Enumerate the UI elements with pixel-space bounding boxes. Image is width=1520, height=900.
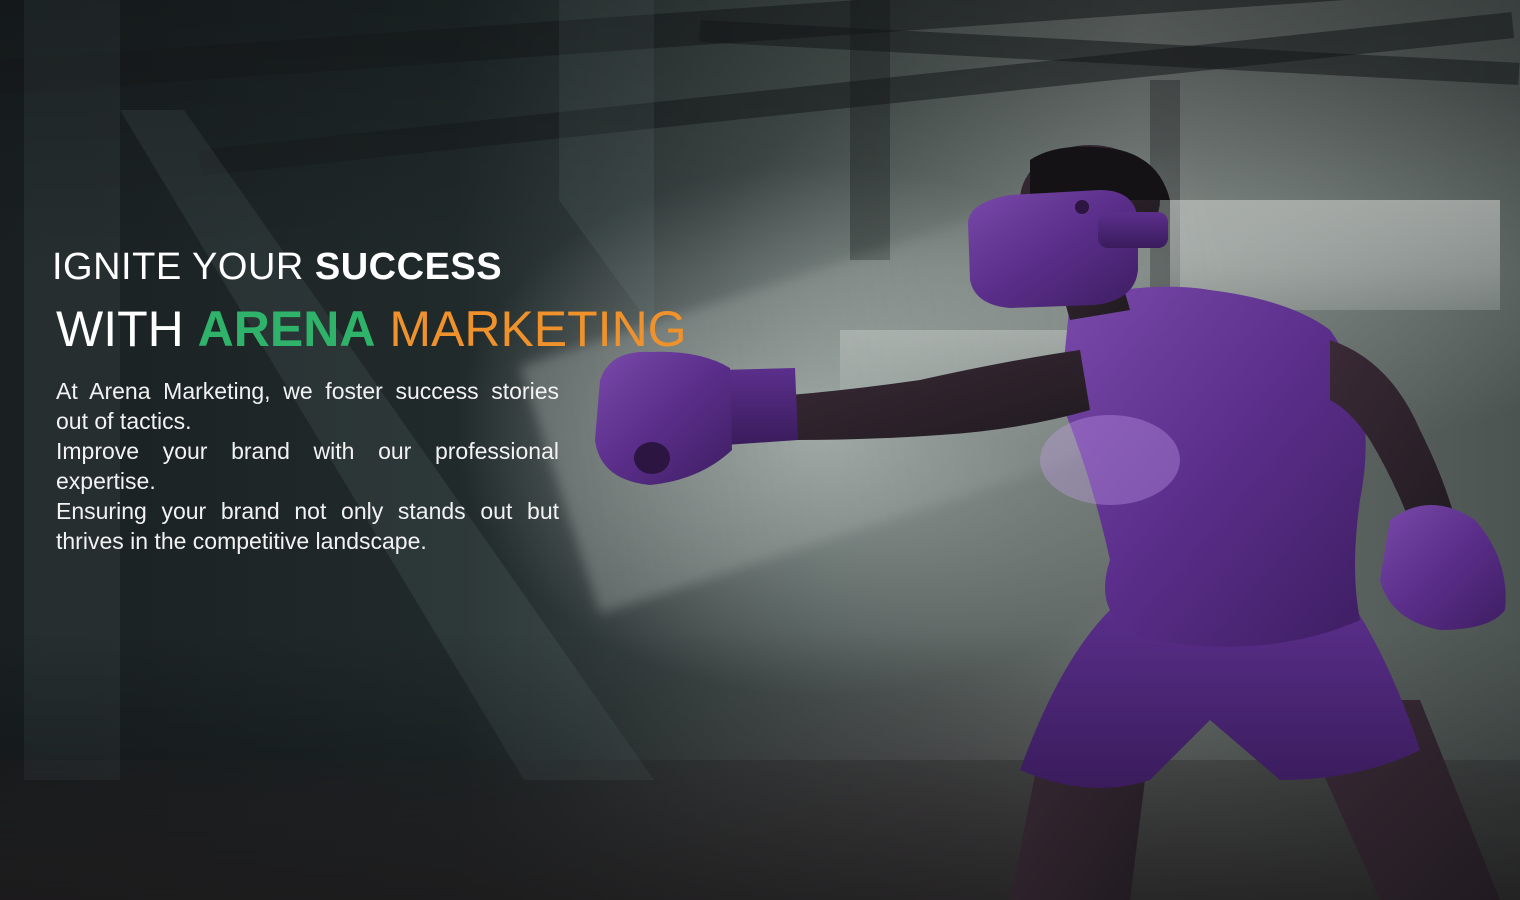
- body-copy: At Arena Marketing, we foster success st…: [56, 376, 559, 556]
- body-paragraph-3: Ensuring your brand not only stands out …: [56, 498, 559, 554]
- vr-boxer-illustration-icon: [595, 145, 1506, 900]
- headline-with: WITH: [56, 301, 198, 357]
- headline-marketing: MARKETING: [375, 301, 687, 357]
- ceiling-beam: [0, 0, 1518, 94]
- headline-line-2: WITH ARENA MARKETING: [56, 300, 687, 358]
- body-paragraph-2: Improve your brand with our professional…: [56, 438, 559, 494]
- headline-regular: IGNITE YOUR: [52, 246, 315, 288]
- headline-line-1: IGNITE YOUR SUCCESS: [52, 246, 502, 289]
- headline-arena: ARENA: [197, 301, 376, 357]
- ceiling-beam: [699, 20, 1520, 85]
- body-paragraph-1: At Arena Marketing, we foster success st…: [56, 378, 559, 434]
- headline-bold: SUCCESS: [314, 246, 503, 288]
